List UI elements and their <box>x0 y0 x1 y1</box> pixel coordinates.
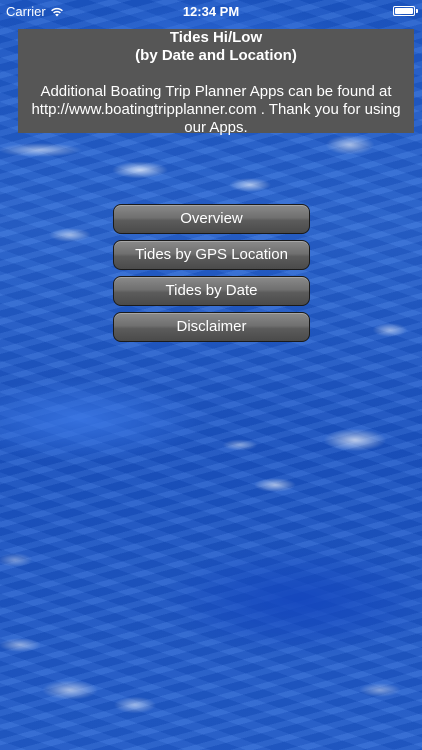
main-menu: Overview Tides by GPS Location Tides by … <box>113 204 310 348</box>
battery-tip <box>416 9 418 13</box>
info-panel: Tides Hi/Low (by Date and Location) Addi… <box>18 29 414 136</box>
app-subtitle: (by Date and Location) <box>135 47 297 64</box>
status-time: 12:34 PM <box>182 4 240 19</box>
tides-by-gps-location-button[interactable]: Tides by GPS Location <box>113 240 310 270</box>
battery-icon <box>393 6 415 16</box>
battery-level <box>395 8 413 14</box>
disclaimer-button[interactable]: Disclaimer <box>113 312 310 342</box>
info-message: Additional Boating Trip Planner Apps can… <box>31 83 401 136</box>
app-title: Tides Hi/Low <box>169 29 263 46</box>
tides-by-date-button[interactable]: Tides by Date <box>113 276 310 306</box>
status-bar: Carrier 12:34 PM <box>0 0 422 22</box>
overview-button[interactable]: Overview <box>113 204 310 234</box>
